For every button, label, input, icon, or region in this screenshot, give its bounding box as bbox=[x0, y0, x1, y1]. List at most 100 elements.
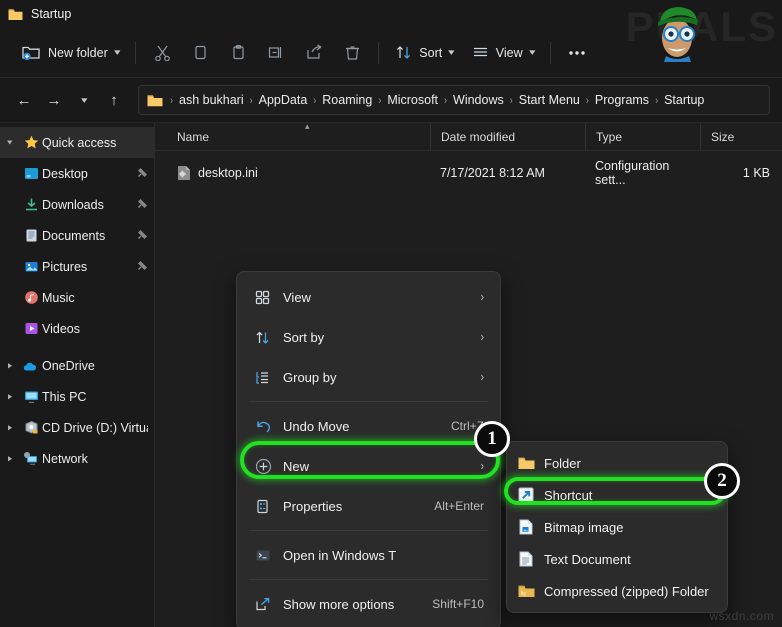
breadcrumb-separator: › bbox=[444, 94, 447, 107]
sidebar-item-desktop[interactable]: Desktop bbox=[0, 158, 154, 189]
sidebar-item-label: Desktop bbox=[42, 167, 137, 181]
breadcrumb-segment-5[interactable]: Start Menu bbox=[517, 92, 582, 108]
folder-icon bbox=[8, 8, 23, 21]
breadcrumb-separator: › bbox=[250, 94, 253, 107]
sidebar-item-quick-access[interactable]: ▸ Quick access bbox=[0, 127, 154, 158]
breadcrumb-segment-2[interactable]: Roaming bbox=[320, 92, 374, 108]
sidebar-item-label: Network bbox=[42, 452, 148, 466]
address-bar: ← → ▾ ↑ › ash bukhari › AppData › Roamin… bbox=[0, 78, 782, 122]
scissors-icon bbox=[154, 44, 171, 61]
chevron-down-icon[interactable]: ▾ bbox=[448, 47, 454, 58]
sidebar-item-documents[interactable]: Documents bbox=[0, 220, 154, 251]
submenu-item-folder[interactable]: Folder bbox=[507, 447, 727, 479]
chevron-right-icon[interactable]: ▸ bbox=[0, 360, 20, 372]
context-menu-item-view[interactable]: View › bbox=[241, 277, 496, 317]
sidebar-item-onedrive[interactable]: ▸ OneDrive bbox=[0, 350, 154, 381]
rename-button[interactable] bbox=[258, 37, 294, 69]
context-menu-item-properties[interactable]: Properties Alt+Enter bbox=[241, 486, 496, 526]
breadcrumb-segment-3[interactable]: Microsoft bbox=[385, 92, 440, 108]
context-menu-divider bbox=[249, 530, 488, 531]
breadcrumb-separator: › bbox=[170, 94, 173, 107]
context-menu-item-group-by[interactable]: Group by › bbox=[241, 357, 496, 397]
sidebar-item-videos[interactable]: Videos bbox=[0, 313, 154, 344]
submenu-item-bitmap-image[interactable]: Bitmap image bbox=[507, 511, 727, 543]
column-header-size[interactable]: Size bbox=[700, 123, 782, 150]
submenu-item-label: Folder bbox=[544, 456, 581, 471]
breadcrumb-segment-1[interactable]: AppData bbox=[257, 92, 310, 108]
submenu-item-text-document[interactable]: Text Document bbox=[507, 543, 727, 575]
chevron-down-icon[interactable]: ▾ bbox=[114, 47, 120, 58]
table-row[interactable]: desktop.ini 7/17/2021 8:12 AM Configurat… bbox=[155, 158, 782, 188]
context-menu-item-new[interactable]: New › bbox=[241, 446, 496, 486]
pin-icon[interactable] bbox=[137, 229, 148, 243]
context-menu-item-sort-by[interactable]: Sort by › bbox=[241, 317, 496, 357]
back-button[interactable]: ← bbox=[10, 86, 38, 114]
share-button[interactable] bbox=[296, 37, 332, 69]
paste-button[interactable] bbox=[220, 37, 256, 69]
cut-button[interactable] bbox=[144, 37, 180, 69]
sidebar-item-this-pc[interactable]: ▸ This PC bbox=[0, 381, 154, 412]
sort-arrows-icon bbox=[255, 330, 283, 345]
toolbar-divider-2 bbox=[378, 42, 379, 64]
breadcrumb[interactable]: › ash bukhari › AppData › Roaming › Micr… bbox=[138, 85, 770, 115]
up-button[interactable]: ↑ bbox=[100, 86, 128, 114]
terminal-icon bbox=[255, 548, 283, 563]
chevron-right-icon[interactable]: ▸ bbox=[0, 422, 20, 434]
context-menu-divider bbox=[249, 401, 488, 402]
chevron-right-icon[interactable]: ▸ bbox=[0, 391, 20, 403]
sidebar-item-label: CD Drive (D:) Virtual bbox=[42, 421, 148, 435]
context-menu-item-open-in-windows-terminal[interactable]: Open in Windows T bbox=[241, 535, 496, 575]
forward-button[interactable]: → bbox=[40, 86, 68, 114]
footer-watermark: wsxdn.com bbox=[709, 609, 774, 623]
copy-button[interactable] bbox=[182, 37, 218, 69]
recent-locations-button[interactable]: ▾ bbox=[70, 86, 98, 114]
file-name: desktop.ini bbox=[198, 166, 258, 180]
chevron-down-icon[interactable]: ▸ bbox=[4, 133, 16, 153]
undo-icon bbox=[255, 419, 283, 434]
context-menu-item-label: Open in Windows T bbox=[283, 548, 484, 563]
submenu-item-shortcut[interactable]: Shortcut bbox=[507, 479, 727, 511]
ellipsis-icon bbox=[567, 49, 587, 57]
breadcrumb-segment-6[interactable]: Programs bbox=[593, 92, 651, 108]
new-folder-button[interactable]: New folder ▾ bbox=[14, 37, 127, 69]
tab-title: Startup bbox=[31, 7, 71, 21]
sort-button[interactable]: Sort ▾ bbox=[387, 37, 461, 69]
context-menu-item-accelerator: Alt+Enter bbox=[434, 499, 484, 513]
text-document-icon bbox=[517, 551, 535, 567]
context-menu-item-undo-move[interactable]: Undo Move Ctrl+Z bbox=[241, 406, 496, 446]
chevron-right-icon: › bbox=[481, 459, 484, 473]
pin-icon[interactable] bbox=[137, 167, 148, 181]
column-header-type[interactable]: Type bbox=[585, 123, 700, 150]
chevron-down-icon[interactable]: ▾ bbox=[529, 47, 535, 58]
more-button[interactable] bbox=[559, 37, 595, 69]
grid-icon bbox=[255, 290, 283, 305]
breadcrumb-segment-7[interactable]: Startup bbox=[662, 92, 706, 108]
sidebar-item-downloads[interactable]: Downloads bbox=[0, 189, 154, 220]
breadcrumb-segment-0[interactable]: ash bukhari bbox=[177, 92, 246, 108]
cd-drive-icon bbox=[20, 420, 42, 435]
properties-icon bbox=[255, 499, 283, 514]
view-button[interactable]: View ▾ bbox=[464, 37, 542, 69]
sidebar-item-label: Videos bbox=[42, 322, 148, 336]
pin-icon[interactable] bbox=[137, 260, 148, 274]
videos-icon bbox=[20, 321, 42, 336]
network-icon bbox=[20, 451, 42, 466]
sidebar-item-cd-drive[interactable]: ▸ CD Drive (D:) Virtual bbox=[0, 412, 154, 443]
rename-icon bbox=[267, 44, 285, 61]
breadcrumb-segment-4[interactable]: Windows bbox=[451, 92, 506, 108]
sidebar-item-network[interactable]: ▸ Network bbox=[0, 443, 154, 474]
this-pc-icon bbox=[20, 389, 42, 404]
sidebar-item-music[interactable]: Music bbox=[0, 282, 154, 313]
sidebar-item-pictures[interactable]: Pictures bbox=[0, 251, 154, 282]
column-header-date-modified[interactable]: Date modified bbox=[430, 123, 585, 150]
delete-button[interactable] bbox=[334, 37, 370, 69]
column-header-name[interactable]: Name ▴ bbox=[155, 123, 430, 150]
submenu-item-compressed-folder[interactable]: Compressed (zipped) Folder bbox=[507, 575, 727, 607]
context-menu-item-label: Undo Move bbox=[283, 419, 441, 434]
chevron-right-icon: › bbox=[481, 370, 484, 384]
pin-icon[interactable] bbox=[137, 198, 148, 212]
chevron-right-icon[interactable]: ▸ bbox=[0, 453, 20, 465]
breadcrumb-separator: › bbox=[586, 94, 589, 107]
sidebar-item-label: This PC bbox=[42, 390, 148, 404]
context-menu-item-show-more-options[interactable]: Show more options Shift+F10 bbox=[241, 584, 496, 624]
